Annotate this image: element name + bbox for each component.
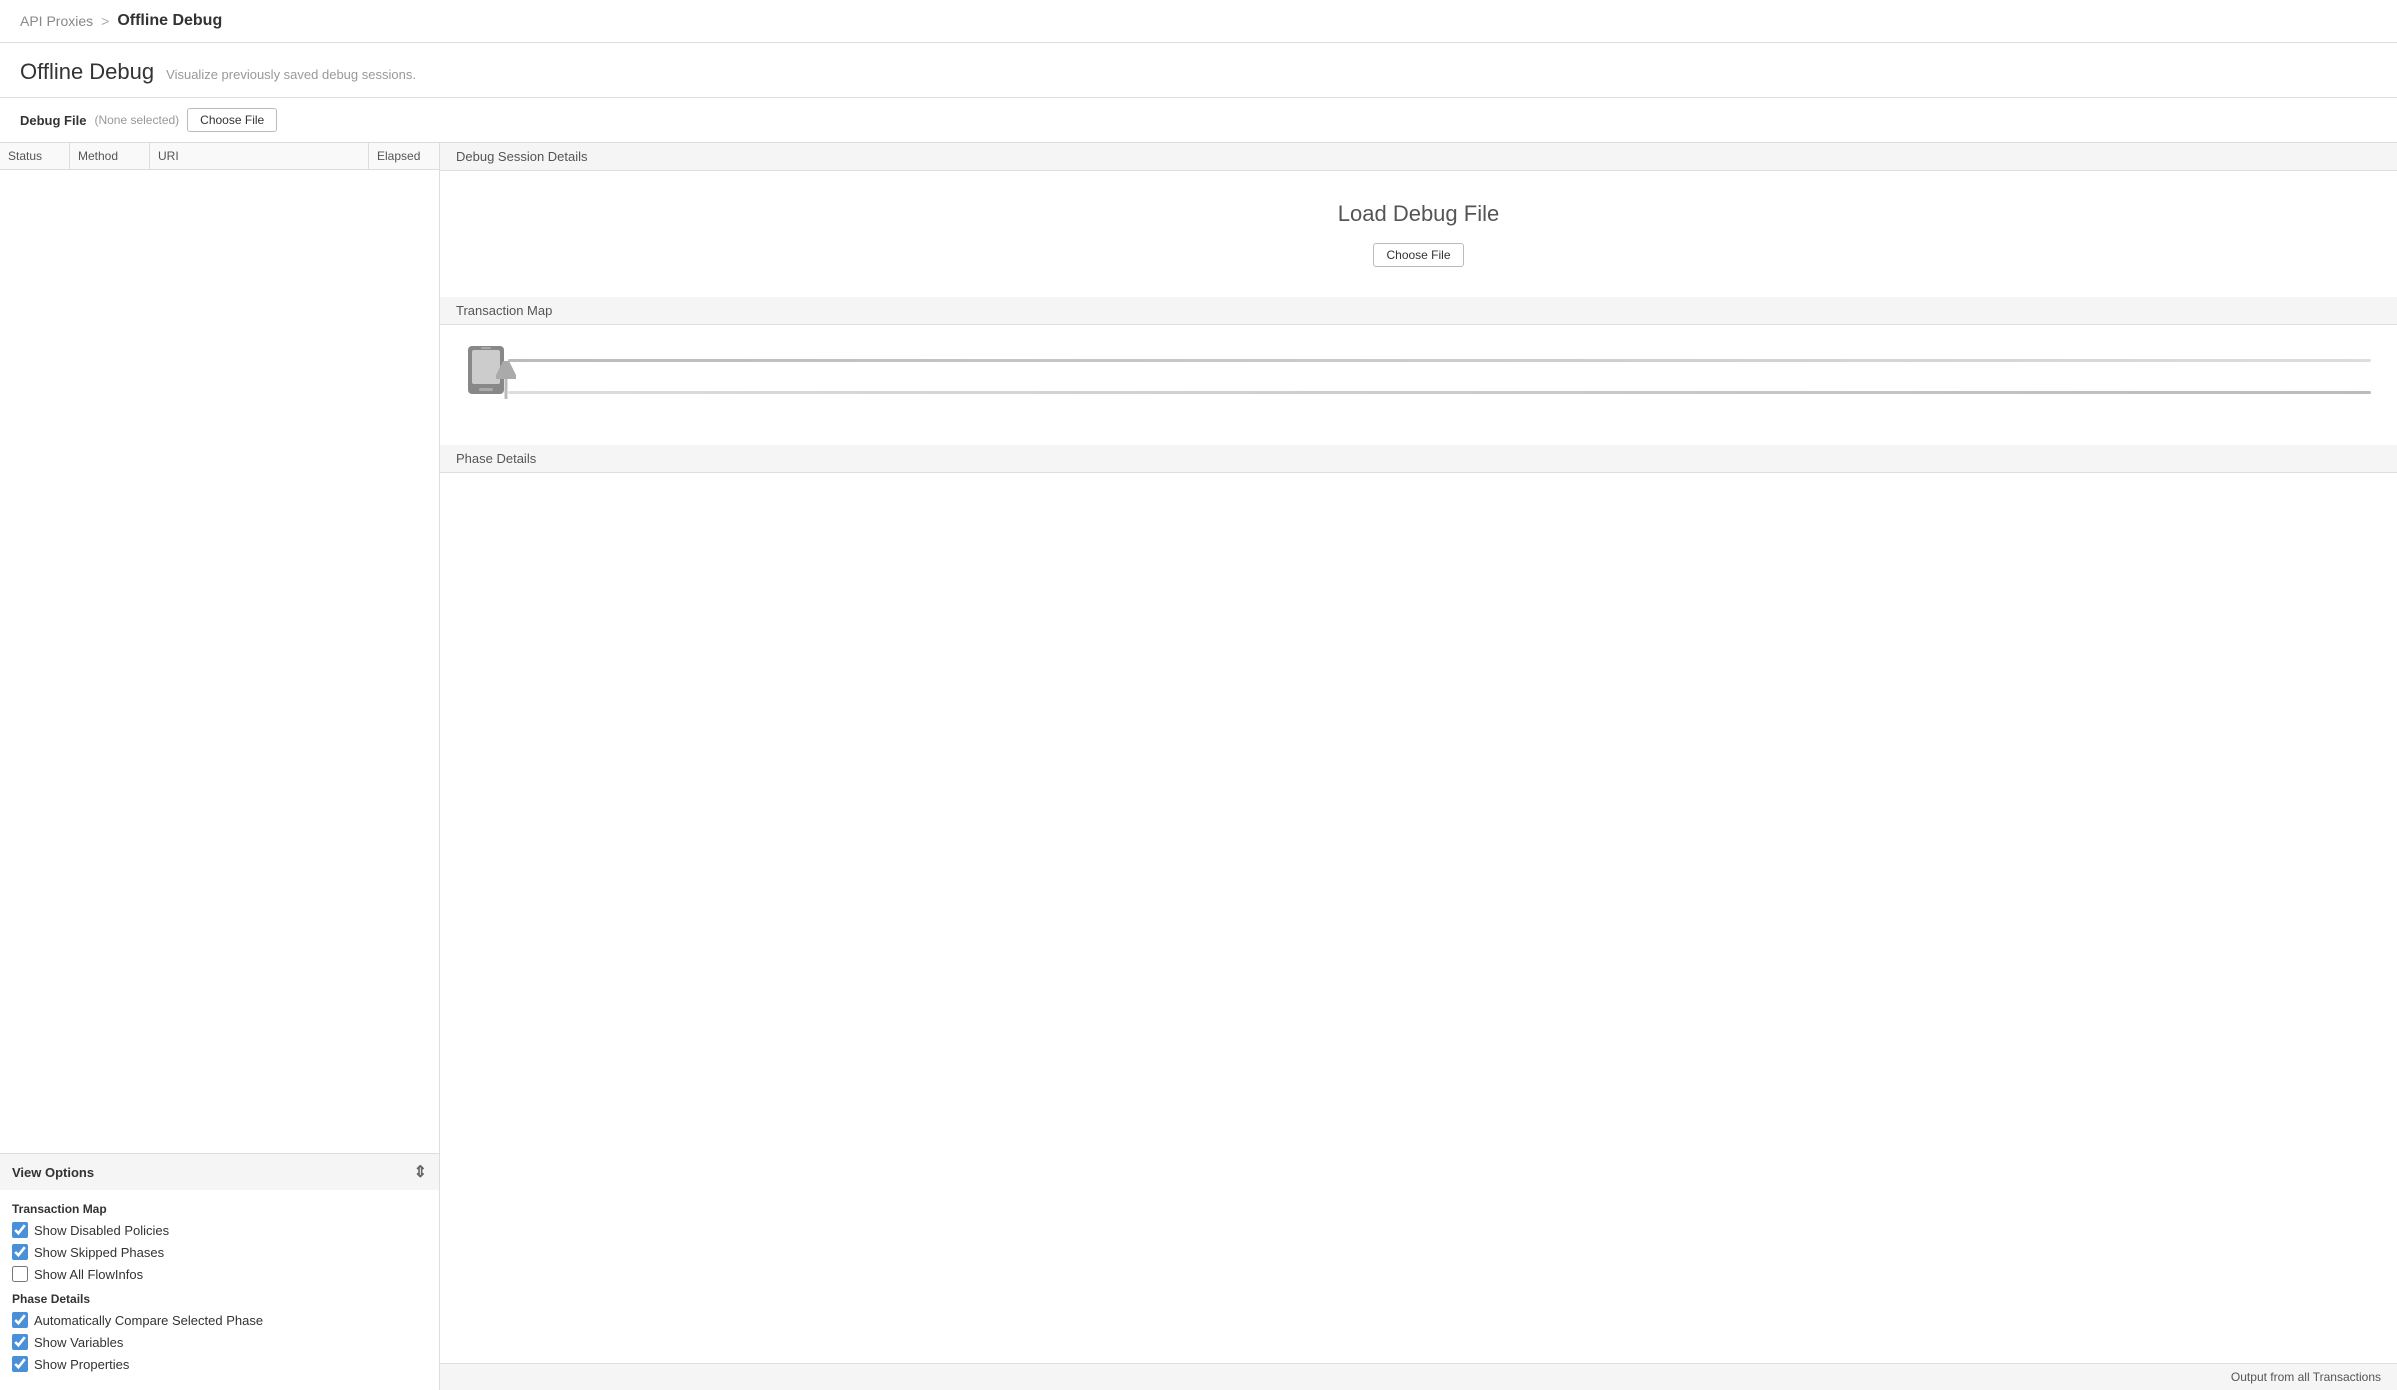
collapse-icon[interactable]: ⇕ (414, 1162, 427, 1182)
debug-session-header: Debug Session Details (440, 143, 2397, 171)
flow-line-response (508, 391, 2371, 394)
col-method: Method (70, 143, 150, 169)
phase-details-group-title: Phase Details (12, 1292, 427, 1306)
checkbox-show-skipped-phases: Show Skipped Phases (12, 1244, 427, 1260)
show-properties-checkbox[interactable] (12, 1356, 28, 1372)
phase-details-content (440, 473, 2397, 1363)
show-all-flowinfos-checkbox[interactable] (12, 1266, 28, 1282)
breadcrumb: API Proxies > Offline Debug (0, 0, 2397, 43)
checkbox-show-disabled-policies: Show Disabled Policies (12, 1222, 427, 1238)
flow-diagram (456, 341, 2381, 421)
page-header: Offline Debug Visualize previously saved… (0, 43, 2397, 98)
debug-session-details: Debug Session Details Load Debug File Ch… (440, 143, 2397, 297)
phase-details-header: Phase Details (440, 445, 2397, 473)
checkbox-show-all-flowinfos: Show All FlowInfos (12, 1266, 427, 1282)
auto-compare-checkbox[interactable] (12, 1312, 28, 1328)
col-status: Status (0, 143, 70, 169)
view-options-header[interactable]: View Options ⇕ (0, 1154, 439, 1190)
breadcrumb-current: Offline Debug (117, 12, 222, 30)
transaction-map-header: Transaction Map (440, 297, 2397, 325)
show-variables-checkbox[interactable] (12, 1334, 28, 1350)
table-header: Status Method URI Elapsed (0, 143, 439, 170)
view-options-title: View Options (12, 1165, 94, 1180)
col-elapsed: Elapsed (369, 143, 439, 169)
page-subtitle: Visualize previously saved debug session… (166, 67, 416, 82)
breadcrumb-link[interactable]: API Proxies (20, 13, 93, 29)
view-options-content: Transaction Map Show Disabled Policies S… (0, 1190, 439, 1390)
show-skipped-phases-checkbox[interactable] (12, 1244, 28, 1260)
debug-file-bar: Debug File (None selected) Choose File (0, 98, 2397, 143)
show-all-flowinfos-label[interactable]: Show All FlowInfos (34, 1267, 143, 1282)
breadcrumb-separator: > (101, 13, 109, 29)
checkbox-show-properties: Show Properties (12, 1356, 427, 1372)
col-uri: URI (150, 143, 369, 169)
show-disabled-policies-label[interactable]: Show Disabled Policies (34, 1223, 169, 1238)
right-panel: Debug Session Details Load Debug File Ch… (440, 143, 2397, 1390)
bottom-bar-text: Output from all Transactions (2231, 1370, 2381, 1384)
phase-details-section: Phase Details (440, 445, 2397, 1363)
load-debug-area: Load Debug File Choose File (440, 171, 2397, 297)
show-skipped-phases-label[interactable]: Show Skipped Phases (34, 1245, 164, 1260)
view-options-section: View Options ⇕ Transaction Map Show Disa… (0, 1153, 439, 1390)
auto-compare-label[interactable]: Automatically Compare Selected Phase (34, 1313, 263, 1328)
load-debug-title: Load Debug File (1338, 201, 1499, 227)
debug-file-none: (None selected) (94, 113, 179, 127)
transaction-map-section: Transaction Map (440, 297, 2397, 445)
show-properties-label[interactable]: Show Properties (34, 1357, 129, 1372)
show-disabled-policies-checkbox[interactable] (12, 1222, 28, 1238)
show-variables-label[interactable]: Show Variables (34, 1335, 123, 1350)
txn-map-group-title: Transaction Map (12, 1202, 427, 1216)
choose-file-button-top[interactable]: Choose File (187, 108, 277, 132)
arrow-up-icon (496, 361, 516, 401)
transaction-map-content (440, 325, 2397, 445)
flow-line-request (508, 359, 2371, 362)
left-panel: Status Method URI Elapsed View Options ⇕… (0, 143, 440, 1390)
main-layout: Status Method URI Elapsed View Options ⇕… (0, 143, 2397, 1390)
checkbox-show-variables: Show Variables (12, 1334, 427, 1350)
transaction-table[interactable]: Status Method URI Elapsed (0, 143, 439, 1153)
table-body (0, 170, 439, 470)
page-title: Offline Debug (20, 59, 154, 85)
debug-file-label: Debug File (20, 113, 86, 128)
choose-file-button-main[interactable]: Choose File (1373, 243, 1463, 267)
checkbox-auto-compare: Automatically Compare Selected Phase (12, 1312, 427, 1328)
